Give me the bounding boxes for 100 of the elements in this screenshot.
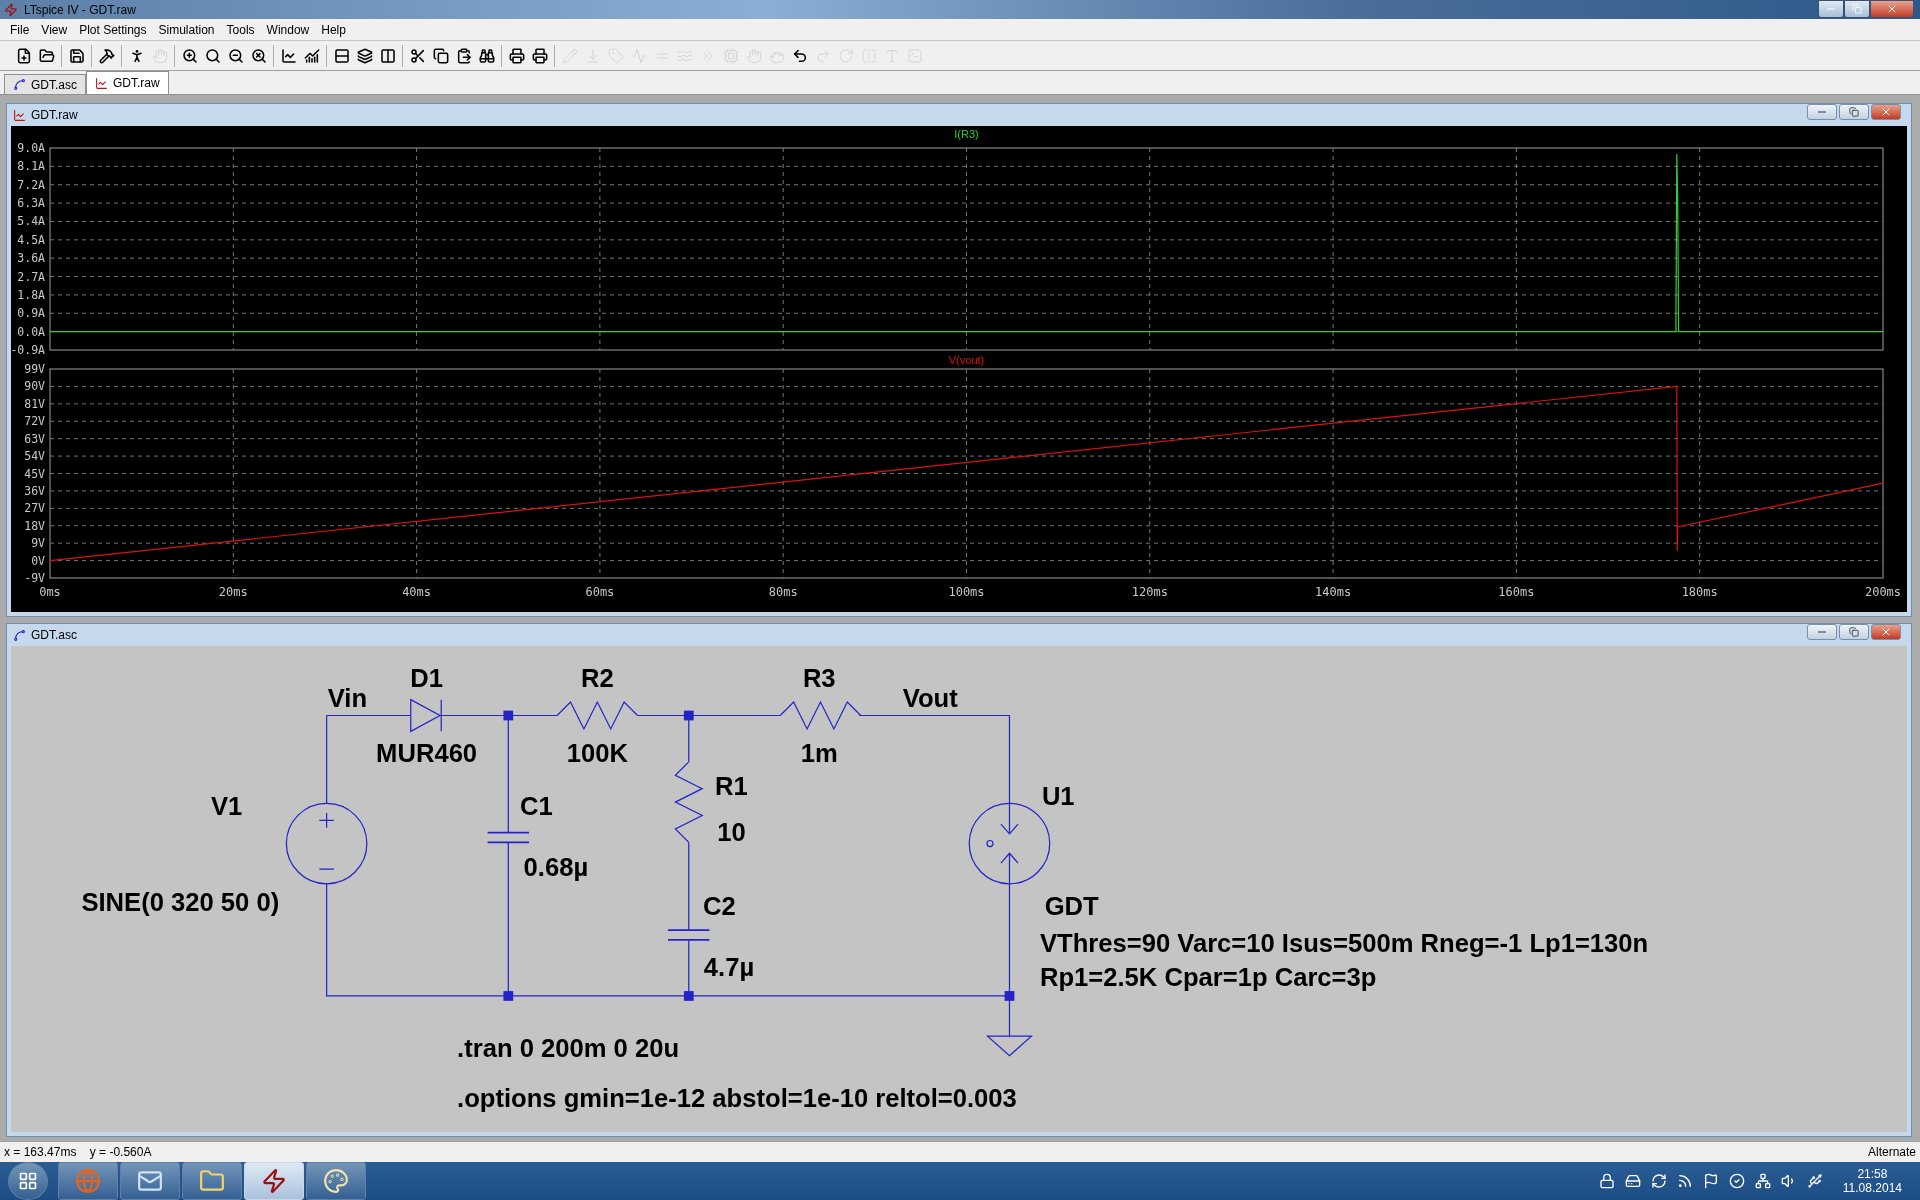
component-ref: R3	[802, 664, 836, 693]
x-tick-label: 180ms	[1681, 585, 1718, 600]
component-ref: R1	[715, 772, 748, 801]
y-tick-label: -9V	[24, 571, 45, 586]
minimize-button[interactable]	[1807, 624, 1837, 641]
clock-date[interactable]: 11.08.2014	[1842, 1180, 1902, 1195]
schematic-icon	[13, 628, 26, 642]
chart-icon	[280, 47, 297, 64]
component-value: SINE(0 320 50 0)	[81, 887, 280, 916]
component-parameters: VThres=90 Varc=10 Isus=500m Rneg=-1 Lp1=130n	[1039, 929, 1649, 958]
rotate-icon	[837, 47, 854, 64]
chart-icon	[303, 47, 320, 64]
redo-icon	[814, 47, 831, 64]
menu-item[interactable]: File	[4, 22, 36, 37]
x-tick-label: 160ms	[1498, 585, 1535, 600]
menu-item[interactable]: View	[35, 22, 74, 37]
voltage-source-symbol[interactable]	[285, 803, 368, 885]
y-tick-label: 0.9A	[17, 306, 45, 321]
resistor-symbol[interactable]	[556, 701, 639, 731]
restore-button[interactable]	[1839, 624, 1869, 641]
drive-icon[interactable]	[1624, 1172, 1641, 1189]
close-icon	[1886, 3, 1898, 15]
minimize-button[interactable]	[1807, 104, 1837, 121]
text-icon	[883, 47, 900, 64]
trace-title[interactable]: I(R3)	[954, 128, 979, 141]
capacitor-symbol[interactable]	[667, 929, 711, 942]
trace-title[interactable]: V(vout)	[948, 354, 985, 367]
y-tick-label: 3.6A	[17, 251, 45, 266]
status-mode: Alternate	[1867, 1144, 1916, 1159]
directive-icon	[906, 47, 923, 64]
schematic-icon	[13, 78, 26, 92]
clock-time[interactable]: 21:58	[1857, 1166, 1888, 1181]
y-tick-label: 72V	[24, 414, 45, 429]
document-tab[interactable]: GDT.asc	[4, 74, 86, 95]
resistor-icon	[630, 47, 647, 64]
x-tick-label: 140ms	[1315, 585, 1352, 600]
y-tick-label: 8.1A	[17, 159, 45, 174]
gas-discharge-tube-symbol[interactable]	[968, 803, 1051, 885]
ground-symbol[interactable]	[985, 1035, 1034, 1057]
usb-icon[interactable]	[1806, 1172, 1823, 1189]
component-value: 100K	[566, 739, 628, 768]
sync-icon[interactable]	[1650, 1172, 1667, 1189]
palette-icon	[323, 1167, 349, 1194]
restore-icon	[1849, 627, 1859, 638]
net-label: Vout	[902, 684, 958, 713]
capacitor-symbol[interactable]	[486, 831, 530, 844]
menu-item[interactable]: Plot Settings	[73, 22, 153, 37]
restore-button[interactable]	[1844, 0, 1870, 18]
flag-icon[interactable]	[1702, 1172, 1719, 1189]
taskbar-app-button[interactable]	[182, 1161, 242, 1200]
network-icon[interactable]	[1754, 1172, 1771, 1189]
y-tick-label: 0V	[31, 553, 45, 568]
zoom-in-icon	[181, 47, 198, 64]
menu-item[interactable]: Simulation	[152, 22, 221, 37]
resistor-symbol[interactable]	[674, 761, 704, 844]
scissors-icon	[409, 47, 426, 64]
spice-directive: .options gmin=1e-12 abstol=1e-10 reltol=0.003	[457, 1084, 1017, 1113]
search-icon	[204, 47, 221, 64]
document-tab[interactable]: GDT.raw	[86, 71, 169, 95]
y-tick-label: 9.0A	[17, 141, 45, 156]
close-button[interactable]	[1870, 0, 1914, 18]
component-parameters: Rp1=2.5K Cpar=1p Carc=3p	[1039, 963, 1377, 992]
minimize-button[interactable]	[1818, 0, 1844, 18]
taskbar-app-button[interactable]	[306, 1161, 366, 1200]
component-ref: U1	[1041, 781, 1075, 810]
x-tick-label: 20ms	[218, 585, 248, 600]
check-icon[interactable]	[1728, 1172, 1745, 1189]
tile-horizontal-icon	[333, 47, 350, 64]
y-tick-label: 9V	[31, 536, 45, 551]
taskbar-app-button[interactable]	[58, 1161, 118, 1200]
hand-icon	[745, 47, 762, 64]
close-button[interactable]	[1871, 104, 1901, 121]
menu-item[interactable]: Tools	[220, 22, 261, 37]
menu-item[interactable]: Window	[260, 22, 316, 37]
y-tick-label: 6.3A	[17, 196, 45, 211]
app-logo-icon	[4, 2, 18, 17]
paste-icon	[455, 47, 472, 64]
zoom-out-icon	[227, 47, 244, 64]
y-tick-label: 5.4A	[17, 214, 45, 229]
restore-button[interactable]	[1839, 104, 1869, 121]
new-file-icon	[15, 47, 32, 64]
y-tick-label: 27V	[24, 501, 45, 516]
y-tick-label: -0.9A	[11, 343, 45, 355]
start-button[interactable]	[8, 1161, 48, 1200]
printer-icon	[531, 47, 548, 64]
diode-symbol[interactable]	[410, 699, 442, 733]
component-value: MUR460	[376, 739, 478, 768]
y-tick-label: 7.2A	[17, 178, 45, 193]
close-button[interactable]	[1871, 624, 1901, 641]
y-tick-label: 18V	[24, 519, 45, 534]
feed-icon[interactable]	[1676, 1172, 1693, 1189]
resistor-symbol[interactable]	[779, 701, 862, 731]
lock-icon[interactable]	[1598, 1172, 1615, 1189]
y-tick-label: 4.5A	[17, 233, 45, 248]
y-tick-label: 90V	[24, 379, 45, 394]
menu-item[interactable]: Help	[315, 22, 352, 37]
y-tick-label: 45V	[24, 466, 45, 481]
y-tick-label: 81V	[24, 397, 45, 412]
component-value: GDT	[1044, 892, 1099, 921]
taskbar-app-button[interactable]	[120, 1161, 180, 1200]
